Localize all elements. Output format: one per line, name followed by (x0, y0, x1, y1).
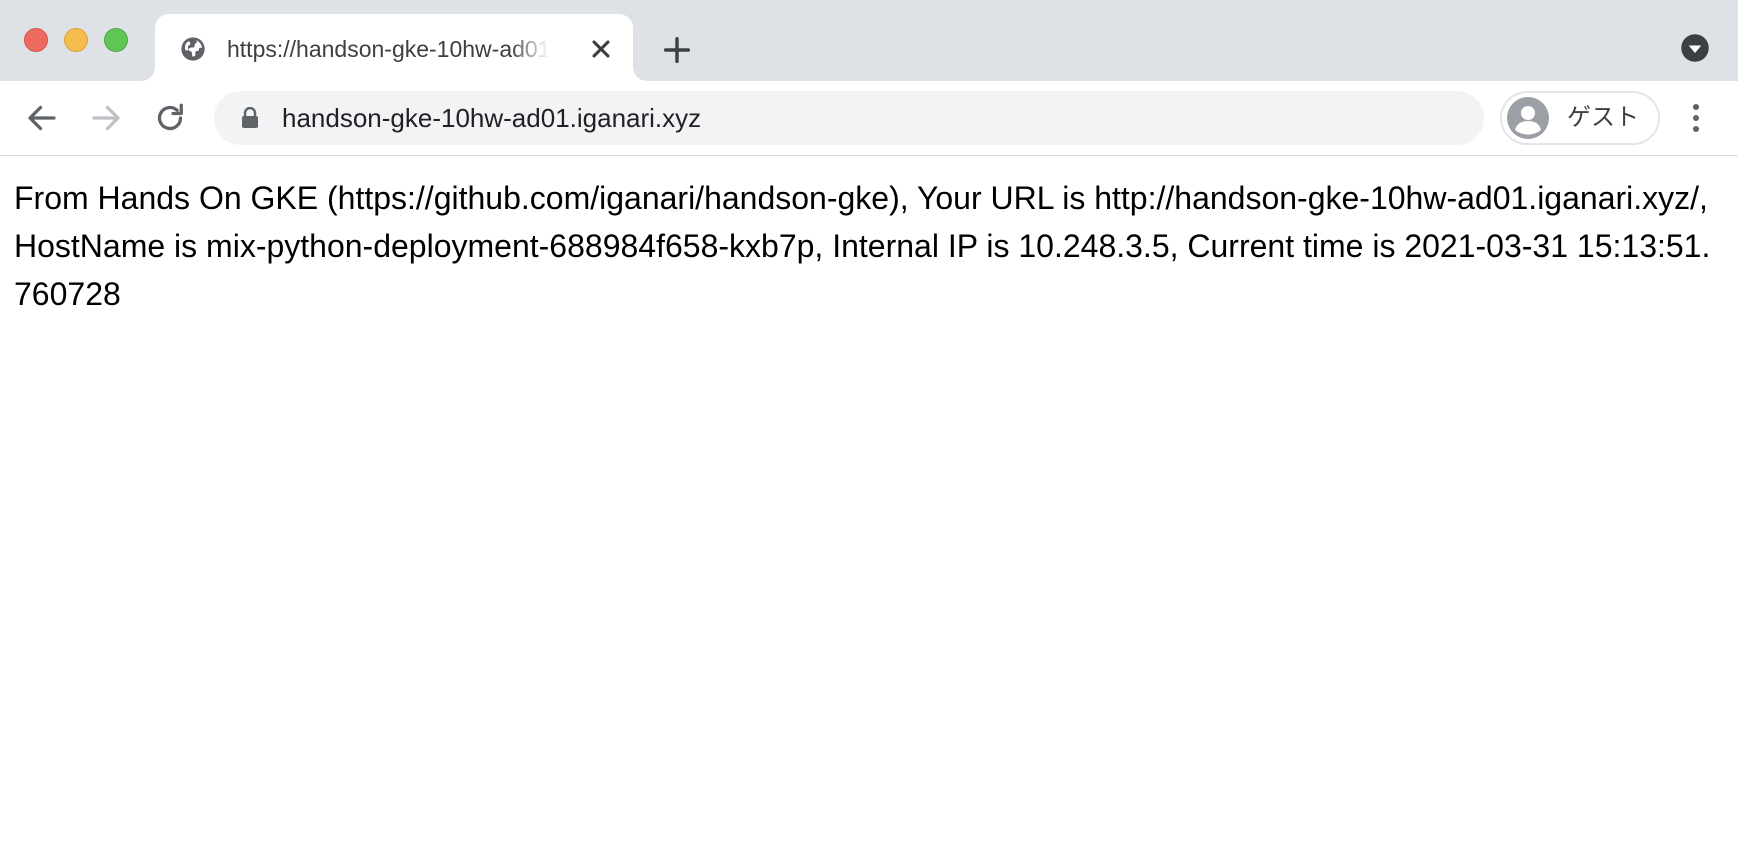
profile-button[interactable]: ゲスト (1500, 91, 1660, 145)
tab-search-icon[interactable] (1680, 33, 1710, 63)
address-bar[interactable]: handson-gke-10hw-ad01.iganari.xyz (214, 91, 1484, 145)
reload-icon[interactable] (152, 100, 188, 136)
tab-active[interactable]: https://handson-gke-10hw-ad01.iganari.xy… (155, 14, 633, 81)
window-minimize-button[interactable] (64, 28, 88, 52)
kebab-menu-icon[interactable] (1684, 98, 1708, 138)
globe-icon (181, 37, 205, 61)
window-close-button[interactable] (24, 28, 48, 52)
back-arrow-icon[interactable] (24, 100, 60, 136)
url-text[interactable]: handson-gke-10hw-ad01.iganari.xyz (282, 91, 701, 145)
toolbar: handson-gke-10hw-ad01.iganari.xyz ゲスト (0, 81, 1738, 156)
tab-strip: https://handson-gke-10hw-ad01.iganari.xy… (0, 0, 1738, 81)
tab-title: https://handson-gke-10hw-ad01.iganari.xy… (227, 36, 549, 62)
new-tab-button[interactable] (660, 33, 694, 67)
close-icon[interactable] (587, 35, 615, 63)
profile-label: ゲスト (1567, 104, 1639, 131)
page-content: From Hands On GKE (https://github.com/ig… (0, 156, 1738, 868)
forward-arrow-icon[interactable] (88, 100, 124, 136)
browser-window: https://handson-gke-10hw-ad01.iganari.xy… (0, 0, 1738, 868)
lock-icon[interactable] (240, 107, 260, 129)
page-body-text: From Hands On GKE (https://github.com/ig… (14, 180, 1711, 312)
window-maximize-button[interactable] (104, 28, 128, 52)
avatar-icon (1507, 97, 1549, 139)
